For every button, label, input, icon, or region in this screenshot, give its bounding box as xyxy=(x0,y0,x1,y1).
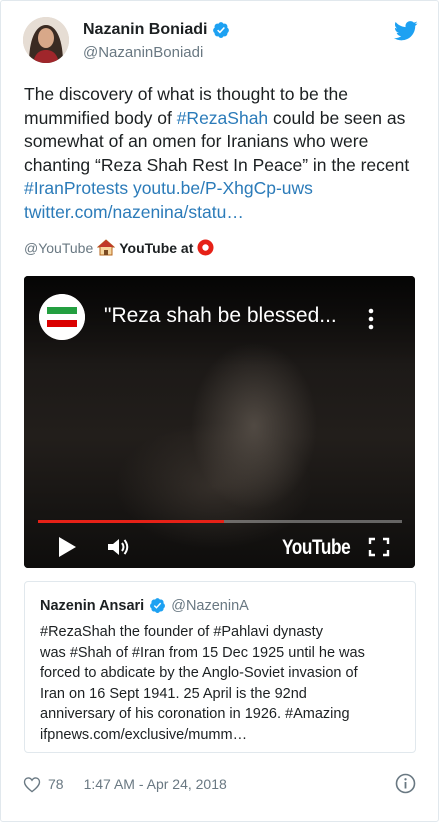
author-handle[interactable]: @NazaninBoniadi xyxy=(83,44,203,61)
quoted-tweet[interactable]: Nazenin Ansari @NazeninA #RezaShah the f… xyxy=(24,581,416,753)
quoted-tweet-header: Nazenin Ansari @NazeninA xyxy=(40,597,249,614)
quote-line: #RezaShah the founder of #Pahlavi dynast… xyxy=(40,624,323,640)
tweet-text: The discovery of what is thought to be t… xyxy=(24,83,424,224)
tweet-timestamp[interactable]: 1:47 AM - Apr 24, 2018 xyxy=(84,776,227,792)
tweet-line: chanting “Reza Shah Rest In Peace” in th… xyxy=(24,154,410,175)
tweet-line: somewhat of an omen for Iranians who wer… xyxy=(24,131,369,151)
verified-badge-icon xyxy=(150,598,166,613)
author-name[interactable]: Nazanin Boniadi xyxy=(83,21,207,39)
quoted-tweet-text: #RezaShah the founder of #Pahlavi dynast… xyxy=(40,622,410,745)
tweet-line: The discovery of what is thought to be t… xyxy=(24,84,348,104)
youtube-url-link[interactable]: youtu.be/P-XhgCp-uws xyxy=(133,178,313,198)
info-icon[interactable] xyxy=(395,773,416,794)
quoted-author-handle[interactable]: @NazeninA xyxy=(171,598,249,614)
tweet-line: mummified body of #RezaShah could be see… xyxy=(24,107,424,131)
volume-icon[interactable] xyxy=(106,536,132,558)
hashtag-rezashah-link[interactable]: #RezaShah xyxy=(177,108,268,128)
twitter-bird-icon[interactable] xyxy=(394,21,418,41)
youtube-record-icon xyxy=(197,239,214,256)
quote-line: ifpnews.com/exclusive/mumm… xyxy=(40,726,248,743)
house-icon xyxy=(97,239,116,256)
iran-flag-icon[interactable] xyxy=(39,294,85,340)
quote-line: Iran on 16 Sept 1941. 25 April is the 92… xyxy=(40,685,307,702)
progress-bar[interactable] xyxy=(38,520,402,523)
tweet-text-segment: could be seen as xyxy=(268,107,406,128)
hashtag-iranprotests-link[interactable]: #IranProtests xyxy=(24,178,128,198)
more-vertical-icon[interactable] xyxy=(364,306,378,332)
tweet-line: twitter.com/nazenina/statu… xyxy=(24,201,424,225)
youtube-logo[interactable]: YouTube xyxy=(282,536,351,560)
progress-bar-fill xyxy=(38,520,224,523)
verified-badge-icon xyxy=(213,22,230,38)
quote-line: anniversary of his coronation in 1926. #… xyxy=(40,706,350,722)
avatar[interactable] xyxy=(23,17,69,63)
fullscreen-icon[interactable] xyxy=(368,537,390,557)
author-name-row: Nazanin Boniadi xyxy=(83,21,230,39)
like-count[interactable]: 78 xyxy=(48,776,64,792)
source-label[interactable]: YouTube at xyxy=(119,240,193,256)
media-source-attribution: @YouTube YouTube at xyxy=(24,239,214,256)
quoted-tweet-url-link[interactable]: twitter.com/nazenina/statu… xyxy=(24,202,244,222)
play-icon[interactable] xyxy=(56,535,78,559)
source-handle[interactable]: @YouTube xyxy=(24,240,93,256)
tweet-line: #IranProtests youtu.be/P-XhgCp-uws xyxy=(24,177,424,201)
quote-line: forced to abdicate by the Anglo-Soviet i… xyxy=(40,665,358,681)
embedded-tweet-card: Nazanin Boniadi @NazaninBoniadi The disc… xyxy=(0,0,439,822)
tweet-text-segment: mummified body of xyxy=(24,107,177,128)
video-player[interactable]: "Reza shah be blessed... YouTube xyxy=(24,276,415,568)
tweet-footer: 78 1:47 AM - Apr 24, 2018 xyxy=(23,773,418,795)
heart-icon[interactable] xyxy=(23,776,41,793)
quoted-author-name[interactable]: Nazenin Ansari xyxy=(40,598,144,614)
quote-line: was #Shah of #Iran from 15 Dec 1925 unti… xyxy=(40,644,365,661)
video-title[interactable]: "Reza shah be blessed... xyxy=(104,304,337,328)
